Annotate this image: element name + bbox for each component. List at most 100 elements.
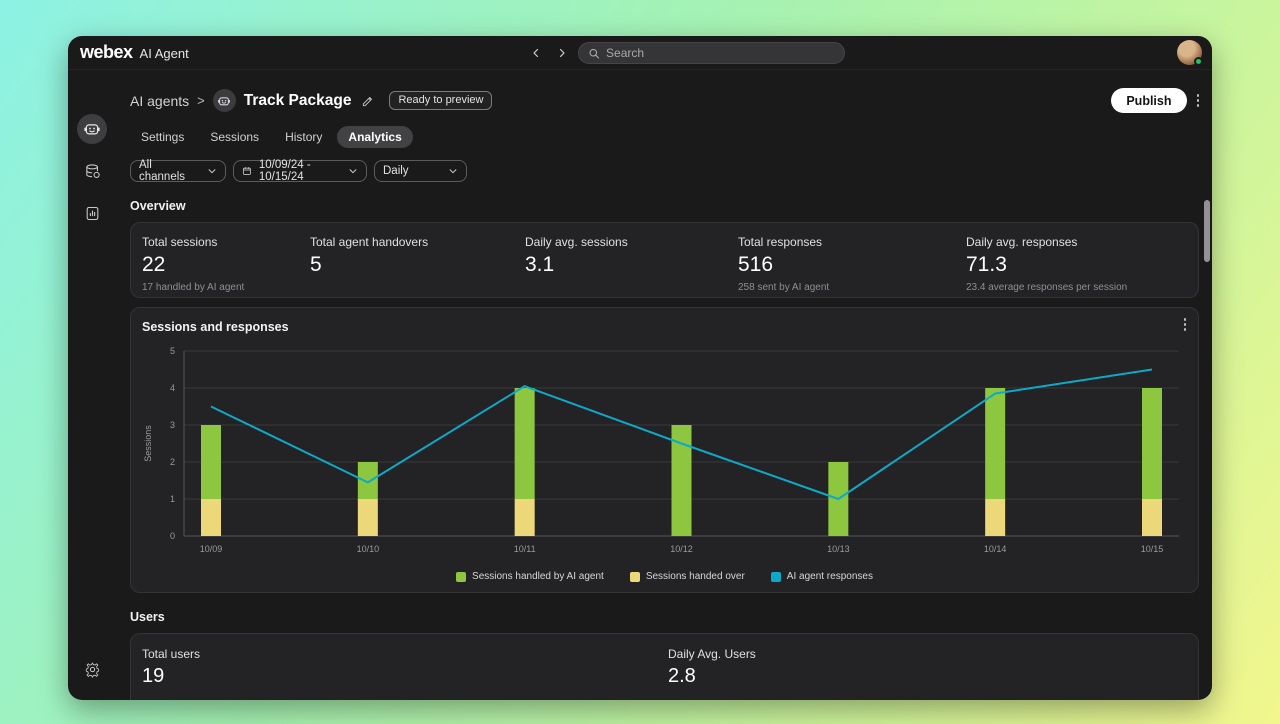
bar-sessions-handled-by-ai-agent[interactable] — [515, 388, 535, 499]
y-tick-label: 4 — [170, 383, 175, 393]
breadcrumb: AI agents > Track Package Ready to previ… — [130, 88, 1199, 113]
bar-sessions-handled-by-ai-agent[interactable] — [1142, 388, 1162, 499]
y-tick-label: 1 — [170, 494, 175, 504]
legend-item-sessions-handled-by-ai-agent[interactable]: Sessions handled by AI agent — [456, 571, 604, 582]
search-icon — [588, 47, 600, 60]
scrollbar-thumb[interactable] — [1204, 200, 1210, 262]
stat-value: 2.8 — [668, 665, 756, 688]
search-box[interactable] — [578, 42, 845, 64]
filter-bar: All channels 10/09/24 - 10/15/24 Daily — [130, 160, 1199, 182]
publish-button[interactable]: Publish — [1111, 88, 1186, 113]
legend-swatch — [630, 572, 640, 582]
pencil-icon — [361, 94, 375, 108]
x-tick-label: 10/10 — [357, 544, 380, 554]
history-nav — [526, 36, 572, 70]
stat-label: Daily avg. responses — [966, 235, 1198, 249]
date-range-dropdown[interactable]: 10/09/24 - 10/15/24 — [233, 160, 367, 182]
stat-value: 3.1 — [525, 253, 738, 277]
webex-logo: webex — [80, 42, 133, 63]
page-more-options-button[interactable] — [1197, 94, 1200, 107]
tab-sessions[interactable]: Sessions — [199, 126, 270, 148]
granularity-dropdown[interactable]: Daily — [374, 160, 467, 182]
legend-label: Sessions handed over — [646, 571, 745, 582]
date-range-value: 10/09/24 - 10/15/24 — [259, 159, 341, 183]
x-tick-label: 10/15 — [1141, 544, 1164, 554]
x-tick-label: 10/13 — [827, 544, 850, 554]
stat-subtext: 17 handled by AI agent — [142, 282, 310, 293]
chart-title: Sessions and responses — [142, 320, 289, 334]
legend-label: AI agent responses — [787, 571, 873, 582]
stat-label: Total sessions — [142, 235, 310, 249]
back-button[interactable] — [526, 43, 546, 63]
legend-label: Sessions handled by AI agent — [472, 571, 604, 582]
x-tick-label: 10/11 — [514, 544, 536, 554]
agent-avatar — [213, 89, 236, 112]
chevron-down-icon — [348, 166, 358, 176]
stat-value: 516 — [738, 253, 966, 277]
stat-total-sessions: Total sessions 22 17 handled by AI agent — [142, 235, 310, 297]
ai-agent-bot-icon — [83, 120, 101, 138]
bar-sessions-handed-over[interactable] — [515, 499, 535, 536]
reports-icon — [84, 205, 101, 222]
user-avatar[interactable] — [1177, 40, 1202, 65]
granularity-value: Daily — [383, 165, 409, 177]
status-badge: Ready to preview — [389, 91, 492, 110]
stat-value: 19 — [142, 665, 668, 688]
channel-filter-dropdown[interactable]: All channels — [130, 160, 226, 182]
bar-sessions-handed-over[interactable] — [358, 499, 378, 536]
product-name: AI Agent — [140, 46, 189, 61]
y-tick-label: 0 — [170, 531, 175, 541]
breadcrumb-separator: > — [197, 93, 205, 108]
chart-more-options-button[interactable] — [1184, 318, 1187, 331]
calendar-icon — [242, 165, 252, 177]
users-heading: Users — [130, 610, 1199, 624]
y-tick-label: 2 — [170, 457, 175, 467]
y-tick-label: 3 — [170, 420, 175, 430]
rename-agent-button[interactable] — [361, 94, 375, 108]
app-window: webex AI Agent — [68, 36, 1212, 700]
stat-subtext: 258 sent by AI agent — [738, 282, 966, 293]
legend-item-ai-agent-responses[interactable]: AI agent responses — [771, 571, 873, 582]
brand: webex AI Agent — [80, 42, 189, 63]
search-input[interactable] — [606, 46, 835, 60]
stat-daily-avg-responses: Daily avg. responses 71.3 23.4 average res… — [966, 235, 1198, 297]
y-tick-label: 5 — [170, 346, 175, 356]
legend-item-sessions-handed-over[interactable]: Sessions handed over — [630, 571, 745, 582]
stat-value: 22 — [142, 253, 310, 277]
tab-settings[interactable]: Settings — [130, 126, 195, 148]
bar-sessions-handled-by-ai-agent[interactable] — [985, 388, 1005, 499]
legend-swatch — [456, 572, 466, 582]
sidebar-item-ai-agents[interactable] — [77, 114, 107, 144]
bar-sessions-handled-by-ai-agent[interactable] — [201, 425, 221, 499]
sessions-responses-chart: 0 1 2 3 4 5 Sessions 10/09 10/10 10/11 10/12 10/13 1… — [131, 338, 1198, 566]
stat-daily-avg-sessions: Daily avg. sessions 3.1 — [525, 235, 738, 297]
stat-value: 71.3 — [966, 253, 1198, 277]
bar-sessions-handed-over[interactable] — [985, 499, 1005, 536]
sessions-chart-card: Sessions and responses 0 1 2 3 4 5 Sessions 10/… — [130, 307, 1199, 593]
data-store-icon — [84, 163, 101, 180]
page-title: Track Package — [244, 92, 352, 110]
bar-sessions-handed-over[interactable] — [1142, 499, 1162, 536]
bar-sessions-handled-by-ai-agent[interactable] — [358, 462, 378, 499]
forward-button[interactable] — [552, 43, 572, 63]
bar-sessions-handed-over[interactable] — [201, 499, 221, 536]
ai-agent-bot-icon — [217, 94, 231, 108]
overview-heading: Overview — [130, 199, 1199, 213]
stat-total-agent-handovers: Total agent handovers5 — [310, 235, 525, 297]
x-tick-label: 10/14 — [984, 544, 1007, 554]
sidebar-item-data-store[interactable] — [77, 156, 107, 186]
breadcrumb-ai-agents[interactable]: AI agents — [130, 93, 189, 109]
stat-subtext: 23.4 average responses per session — [966, 282, 1198, 293]
x-tick-label: 10/09 — [200, 544, 223, 554]
legend-swatch — [771, 572, 781, 582]
sidebar-item-reports[interactable] — [77, 198, 107, 228]
tab-history[interactable]: History — [274, 126, 333, 148]
y-axis-label: Sessions — [143, 425, 153, 462]
x-tick-label: 10/12 — [670, 544, 693, 554]
chart-legend: Sessions handled by AI agent Sessions han… — [131, 571, 1198, 582]
overview-card: Total sessions 22 17 handled by AI agentTo… — [130, 222, 1199, 298]
sidebar-item-settings[interactable] — [77, 654, 107, 684]
tab-analytics[interactable]: Analytics — [337, 126, 412, 148]
stat-label: Daily avg. sessions — [525, 235, 738, 249]
stat-daily-avg-users: Daily Avg. Users2.8 — [668, 647, 756, 700]
